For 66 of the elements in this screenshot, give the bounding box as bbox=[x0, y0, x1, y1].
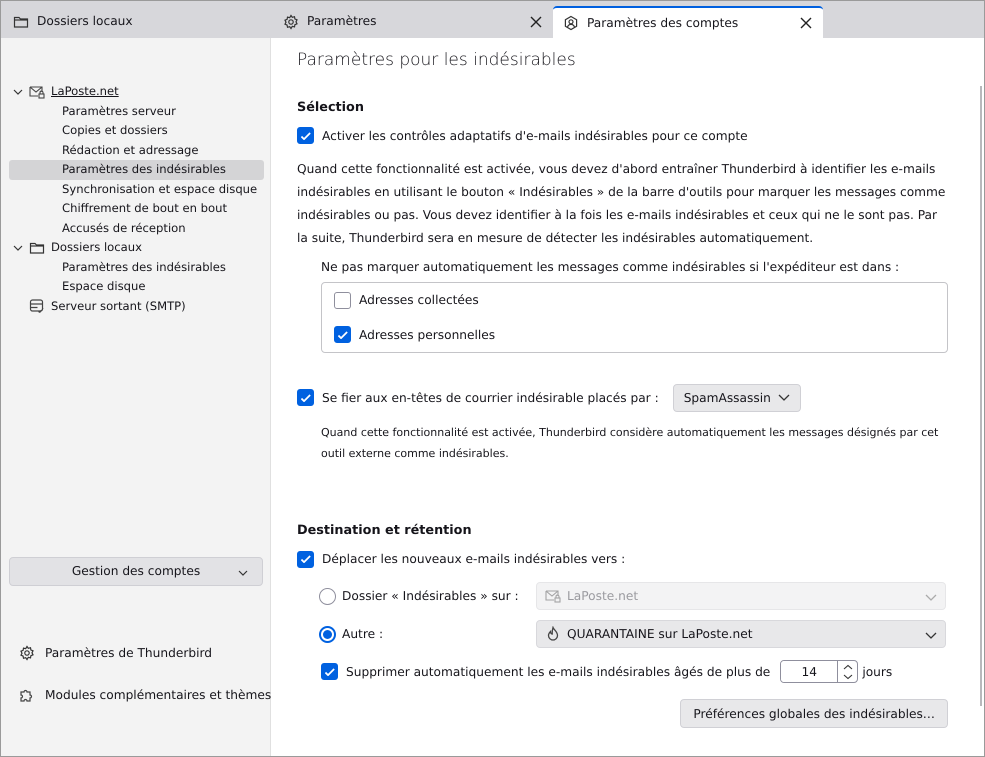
tree-item[interactable]: Paramètres des indésirables bbox=[9, 258, 264, 277]
checkbox[interactable] bbox=[297, 550, 314, 568]
tree-item[interactable]: Rédaction et adressage bbox=[9, 140, 264, 160]
server-icon bbox=[29, 298, 45, 314]
checkbox-label: Adresses personnelles bbox=[359, 326, 496, 344]
tab[interactable]: Dossiers locaux bbox=[3, 6, 273, 37]
tab-label: Dossiers locaux bbox=[37, 13, 133, 30]
checkbox-label: Supprimer automatiquement les e-mails indésirables âgés de plus de bbox=[346, 664, 770, 681]
description-text: Quand cette fonctionnalité est activée, vous devez d'abord entraîner Thunderbird à identifier les e-mails indésirables en utilisant le bouton « Indésirables » de la barre d'outils pour marquer les messages comme indésirables ou pas. Vous devez identifier à la fois les e-mails indésirables et ceux qui ne le sont pas. Par la suite, Thunderbird sera en mesure de détecter les indésirables automatiquement. bbox=[297, 160, 946, 247]
checkbox[interactable] bbox=[321, 663, 338, 680]
decrement-icon bbox=[842, 674, 853, 680]
field-label: Ne pas marquer automatiquement les messages comme indésirables si l'expéditeur est dans : bbox=[321, 258, 900, 276]
flame-icon bbox=[545, 626, 561, 642]
spam-filter-dropdown[interactable]: SpamAssassin bbox=[672, 384, 801, 412]
global-preferences-button[interactable]: Préférences globales des indésirables… bbox=[680, 699, 948, 728]
tree-item[interactable]: Accusés de réception bbox=[9, 218, 264, 238]
checkmark-icon bbox=[300, 394, 310, 402]
tree-item[interactable]: Chiffrement de bout en bout bbox=[9, 199, 264, 218]
checkbox[interactable] bbox=[334, 326, 351, 344]
checkbox[interactable] bbox=[334, 292, 351, 309]
gear-icon bbox=[283, 14, 299, 30]
tree-item[interactable]: Paramètres serveur bbox=[9, 102, 264, 121]
gear-icon bbox=[19, 645, 35, 662]
tree-item[interactable]: Serveur sortant (SMTP) bbox=[9, 296, 264, 316]
checkbox-label: Activer les contrôles adaptatifs d'e-mails indésirables pour ce compte bbox=[322, 128, 748, 145]
mail-lock-icon bbox=[29, 84, 45, 100]
checkbox[interactable] bbox=[297, 389, 314, 406]
checkbox[interactable] bbox=[297, 127, 314, 144]
close-icon[interactable] bbox=[529, 14, 543, 28]
tab-label: Paramètres bbox=[307, 13, 376, 30]
checkmark-icon bbox=[324, 668, 334, 676]
user-icon bbox=[563, 15, 579, 31]
tab-label: Paramètres des comptes bbox=[587, 14, 738, 32]
page-title: Paramètres pour les indésirables bbox=[297, 49, 577, 72]
tab[interactable]: Paramètres bbox=[273, 6, 553, 37]
sidebar-link[interactable]: Modules complémentaires et thèmes bbox=[9, 685, 270, 706]
section-heading: Destination et rétention bbox=[297, 522, 473, 540]
tree-item[interactable]: Paramètres des indésirables bbox=[9, 160, 264, 180]
puzzle-icon bbox=[19, 687, 35, 704]
increment-icon bbox=[842, 664, 853, 670]
account-actions-button[interactable]: Gestion des comptes bbox=[9, 557, 263, 586]
mail-lock-icon bbox=[545, 588, 561, 604]
section-heading: Sélection bbox=[297, 98, 365, 116]
close-icon[interactable] bbox=[799, 16, 813, 30]
tree-item[interactable]: Dossiers locaux bbox=[9, 238, 264, 258]
tree-item[interactable]: LaPoste.net bbox=[9, 82, 264, 102]
unit-label: jours bbox=[862, 664, 892, 681]
radio-label: Dossier « Indésirables » sur : bbox=[342, 588, 520, 606]
radio-label: Autre : bbox=[342, 626, 384, 644]
days-spinner[interactable]: 14 bbox=[780, 660, 858, 684]
tree-item[interactable]: Copies et dossiers bbox=[9, 121, 264, 140]
radio-button[interactable] bbox=[319, 588, 336, 605]
folder-dropdown[interactable]: QUARANTAINE sur LaPoste.net bbox=[536, 620, 946, 648]
scrollbar[interactable] bbox=[980, 86, 982, 706]
tree-item[interactable]: Espace disque bbox=[9, 277, 264, 296]
radio-button[interactable] bbox=[319, 626, 336, 643]
tab[interactable]: Paramètres des comptes bbox=[553, 6, 823, 38]
description-text: Quand cette fonctionnalité est activée, Thunderbird considère automatiquement les messages désignés par cet outil externe comme indésirables. bbox=[321, 424, 940, 462]
checkmark-icon bbox=[338, 330, 348, 339]
checkbox-label: Déplacer les nouveaux e-mails indésirables vers : bbox=[322, 551, 626, 568]
sidebar-link[interactable]: Paramètres de Thunderbird bbox=[9, 643, 270, 664]
checkbox-label: Adresses collectées bbox=[359, 292, 479, 310]
tree-item[interactable]: Synchronisation et espace disque bbox=[9, 180, 264, 199]
checkbox-label: Se fier aux en-têtes de courrier indésirable placés par : bbox=[322, 390, 659, 407]
checkmark-icon bbox=[300, 555, 310, 564]
checkmark-icon bbox=[300, 132, 310, 140]
